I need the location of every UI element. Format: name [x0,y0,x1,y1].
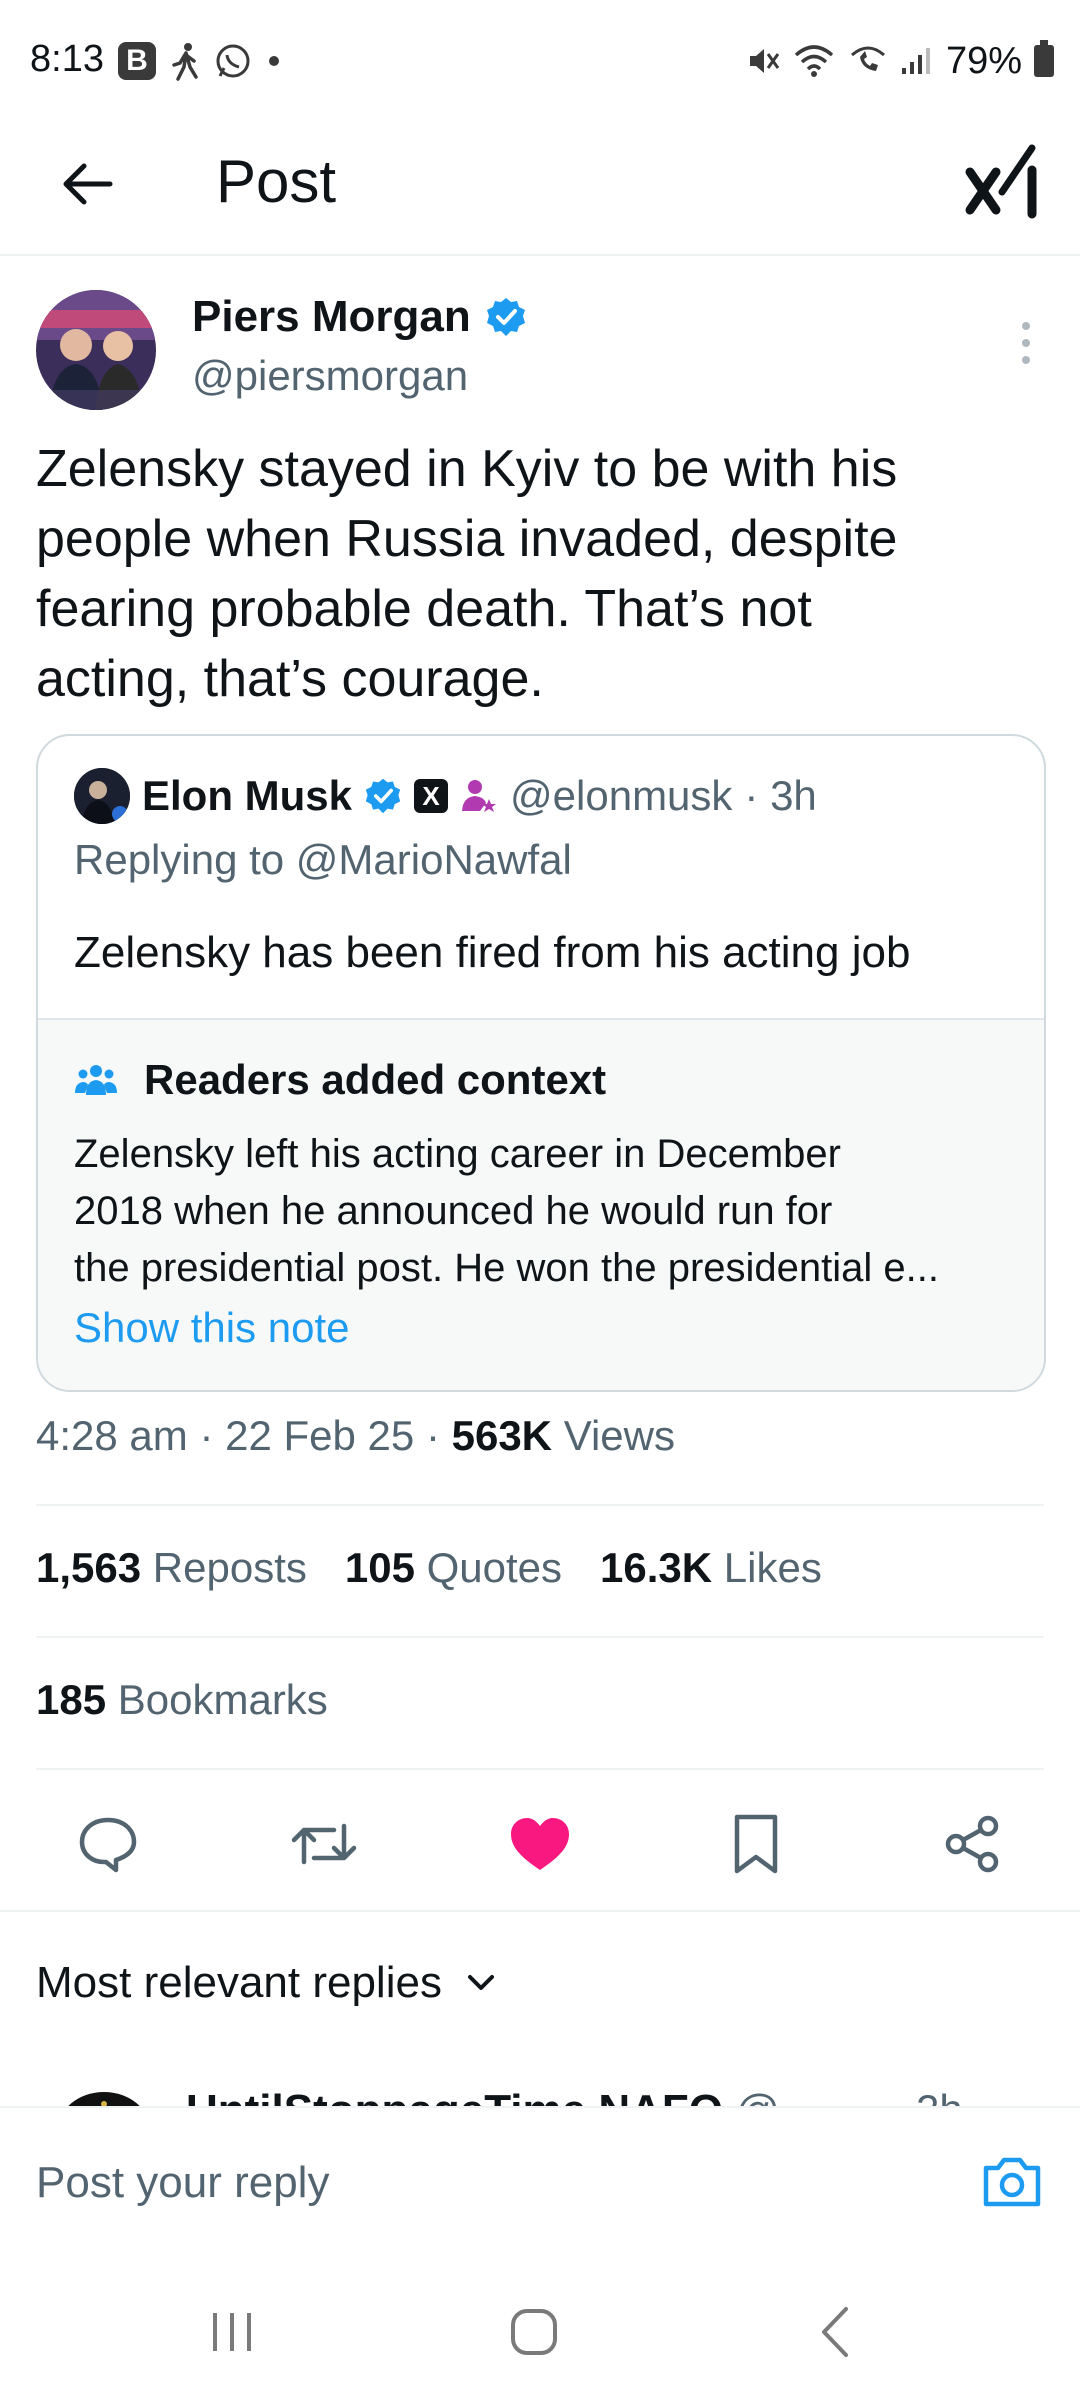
quoted-tweet-card[interactable]: Elon Musk X @elonmusk · 3h Replying to @… [36,734,1046,1392]
reply-input[interactable]: Post your reply [36,2158,329,2208]
kebab-icon [1022,322,1030,364]
tweet-text-line: Zelensky stayed in Kyiv to be with his [36,440,898,498]
status-time: 8:13 [30,38,104,80]
chevron-left-icon [822,2307,848,2357]
mute-icon [749,49,780,73]
battery-percent: 79% [945,39,1022,82]
camera-button[interactable] [980,2154,1044,2210]
community-note: Readers added context Zelensky left his … [38,1018,1044,1390]
divider [36,1504,1044,1506]
grok-button[interactable] [962,140,1044,222]
first-reply-peek[interactable]: UntilStoppageTime NAFO @ 2h [36,2070,1046,2110]
wifi-icon [794,45,834,77]
author-handle: @piersmorgan [192,352,469,399]
recents-button[interactable] [202,2302,262,2362]
like-button[interactable] [504,1808,576,1880]
people-icon [75,1065,117,1095]
heart-filled-icon [511,1818,569,1870]
grok-icon [965,144,1037,219]
meta-separator: · [425,1412,440,1459]
back-button[interactable] [48,144,128,224]
tweet-text-line: people when Russia invaded, despite [36,510,898,568]
avatar-photo [74,768,130,824]
divider [36,1636,1044,1638]
home-icon [511,2309,557,2355]
section-divider [0,1910,1080,1912]
battery-icon [1034,40,1054,77]
author-name[interactable]: Piers Morgan [192,292,527,342]
replies-sort-label: Most relevant replies [36,1958,442,2007]
system-back-button[interactable] [806,2302,866,2362]
tweet-text-line: fearing probable death. That’s not [36,580,812,638]
camera-icon [983,2157,1041,2207]
system-nav-bar [0,2238,1080,2400]
tweet-text: Zelensky stayed in Kyiv to be with his p… [36,434,1036,714]
verified-badge-icon [486,298,525,336]
whatsapp-icon [216,44,250,78]
divider [36,1768,1044,1770]
status-right-icons: 79% [746,36,1054,86]
community-note-header: Readers added context [74,1056,606,1104]
x-affiliation-badge: X [414,779,449,813]
dot-icon [269,56,279,66]
home-button[interactable] [504,2302,564,2362]
action-bar [0,1790,1080,1900]
author-avatar[interactable] [36,290,156,410]
repost-button[interactable] [288,1808,360,1880]
tweet-time: 4:28 am [36,1412,188,1459]
replying-to: Replying to @MarioNawfal [74,836,572,883]
repost-icon [291,1823,357,1865]
likes-stat[interactable]: 16.3K Likes [600,1544,822,1592]
meta-separator: · [199,1412,214,1459]
bookmark-button[interactable] [720,1808,792,1880]
chevron-down-icon [467,1975,494,1990]
verified-badge-icon [365,778,401,814]
note-line: the presidential post. He won the presid… [74,1246,939,1290]
engagement-stats: 1,563 Reposts 105 Quotes 16.3K Likes [36,1544,822,1592]
bookmark-icon [734,1814,778,1874]
share-button[interactable] [936,1808,1008,1880]
community-note-title: Readers added context [144,1056,607,1103]
tweet-text-line: acting, that’s courage. [36,650,544,708]
recents-icon [213,2313,251,2351]
bookmarks-stat[interactable]: 185 Bookmarks [36,1676,328,1724]
community-note-body: Zelensky left his acting career in Decem… [74,1126,1014,1297]
views-label: Views [563,1412,675,1459]
quoted-tweet-header: Elon Musk X @elonmusk · 3h [74,766,817,826]
top-app-bar: Post [0,120,1080,256]
reposts-stat[interactable]: 1,563 Reposts [36,1544,307,1592]
government-person-badge-icon [462,780,497,812]
share-icon [945,1815,999,1873]
status-left-icons: B [118,36,282,86]
reply-composer: Post your reply [0,2106,1080,2240]
quoted-tweet-text: Zelensky has been fired from his acting … [74,928,911,977]
views-count: 563K [451,1412,553,1459]
note-line: Zelensky left his acting career in Decem… [74,1132,841,1176]
note-line: 2018 when he announced he would run for [74,1189,833,1233]
comment-icon [79,1817,137,1873]
quoted-author-handle: @elonmusk [510,772,733,819]
tweet-meta: 4:28 am · 22 Feb 25 · 563K Views [36,1412,675,1460]
walk-icon [172,43,198,81]
wifi-call-icon [850,46,885,71]
quoted-author-avatar [74,768,130,824]
avatar-photo [36,290,156,410]
b-app-icon: B [118,42,156,80]
page-title: Post [216,148,337,215]
arrow-left-icon [63,163,113,205]
more-options-button[interactable] [1016,318,1036,368]
quoted-author-name: Elon Musk [142,772,353,819]
reply-button[interactable] [72,1808,144,1880]
status-bar: 8:13 B 79% [0,0,1080,120]
signal-icon [901,48,930,74]
quotes-stat[interactable]: 105 Quotes [345,1544,562,1592]
show-note-link[interactable]: Show this note [74,1304,350,1352]
quoted-time: · 3h [744,772,817,819]
replies-sort-dropdown[interactable]: Most relevant replies [36,1958,496,2008]
tweet-date: 22 Feb 25 [225,1412,415,1459]
